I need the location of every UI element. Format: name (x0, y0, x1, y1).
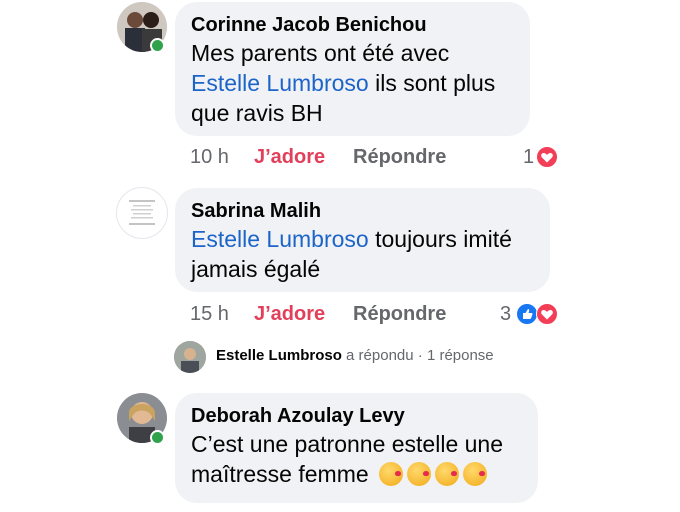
comment-text-fragment: toujours imité (368, 226, 512, 252)
comment-text: Mes parents ont été avec Estelle Lumbros… (191, 38, 514, 128)
avatar[interactable] (116, 187, 168, 239)
comment-bubble: Deborah Azoulay Levy C’est une patronne … (175, 393, 538, 503)
comment-text-line: maîtresse femme (191, 459, 522, 489)
online-status-icon (150, 430, 165, 445)
comment-actions: 15 h J’adore Répondre 3 (190, 302, 570, 328)
heart-icon[interactable] (536, 303, 558, 325)
reply-count[interactable]: 1 réponse (427, 347, 494, 364)
mention-link[interactable]: Estelle Lumbroso (191, 226, 369, 252)
comment-text-line: que ravis BH (191, 100, 323, 126)
comment-text-fragment: maîtresse femme (191, 461, 369, 487)
reply-button[interactable]: Répondre (353, 302, 446, 326)
reaction-count[interactable]: 1 (523, 145, 534, 169)
reaction-count[interactable]: 3 (500, 302, 511, 326)
comment-text: Estelle Lumbroso toujours imité jamais é… (191, 224, 534, 284)
comment-bubble: Sabrina Malih Estelle Lumbroso toujours … (175, 188, 550, 292)
comment-actions: 10 h J’adore Répondre 1 (190, 145, 570, 171)
comment-text-line: jamais égalé (191, 256, 321, 282)
comment-author[interactable]: Corinne Jacob Benichou (191, 12, 514, 38)
reply-author[interactable]: Estelle Lumbroso (216, 347, 342, 364)
kiss-emoji-icon (463, 462, 488, 486)
separator: · (417, 347, 423, 364)
comment-text-fragment: ils sont plus (368, 70, 496, 96)
reply-button[interactable]: Répondre (353, 145, 446, 169)
comment-bubble: Corinne Jacob Benichou Mes parents ont é… (175, 2, 530, 136)
like-button[interactable]: J’adore (254, 145, 325, 169)
kiss-emoji-icon (407, 462, 432, 486)
like-button[interactable]: J’adore (254, 302, 325, 326)
online-status-icon (150, 38, 165, 53)
avatar (174, 341, 206, 373)
timestamp[interactable]: 10 h (190, 145, 229, 169)
comment-author[interactable]: Sabrina Malih (191, 198, 534, 224)
comment-text: C’est une patronne estelle une maîtresse… (191, 429, 522, 489)
mention-link[interactable]: Estelle Lumbroso (191, 70, 369, 96)
comment-author[interactable]: Deborah Azoulay Levy (191, 403, 522, 429)
reply-action: a répondu (346, 347, 414, 364)
reply-summary[interactable]: Estelle Lumbroso a répondu · 1 réponse (216, 347, 494, 364)
comment-text-line: C’est une patronne estelle une (191, 431, 503, 457)
kiss-emoji-icon (435, 462, 460, 486)
comment-text-line: Estelle Lumbroso toujours imité (191, 224, 534, 254)
comment-text-line: Estelle Lumbroso ils sont plus (191, 68, 514, 98)
kiss-emoji-icon (379, 462, 404, 486)
timestamp[interactable]: 15 h (190, 302, 229, 326)
comment-text-line: Mes parents ont été avec (191, 40, 450, 66)
thumbs-up-icon[interactable] (516, 303, 538, 325)
heart-icon[interactable] (536, 146, 558, 168)
